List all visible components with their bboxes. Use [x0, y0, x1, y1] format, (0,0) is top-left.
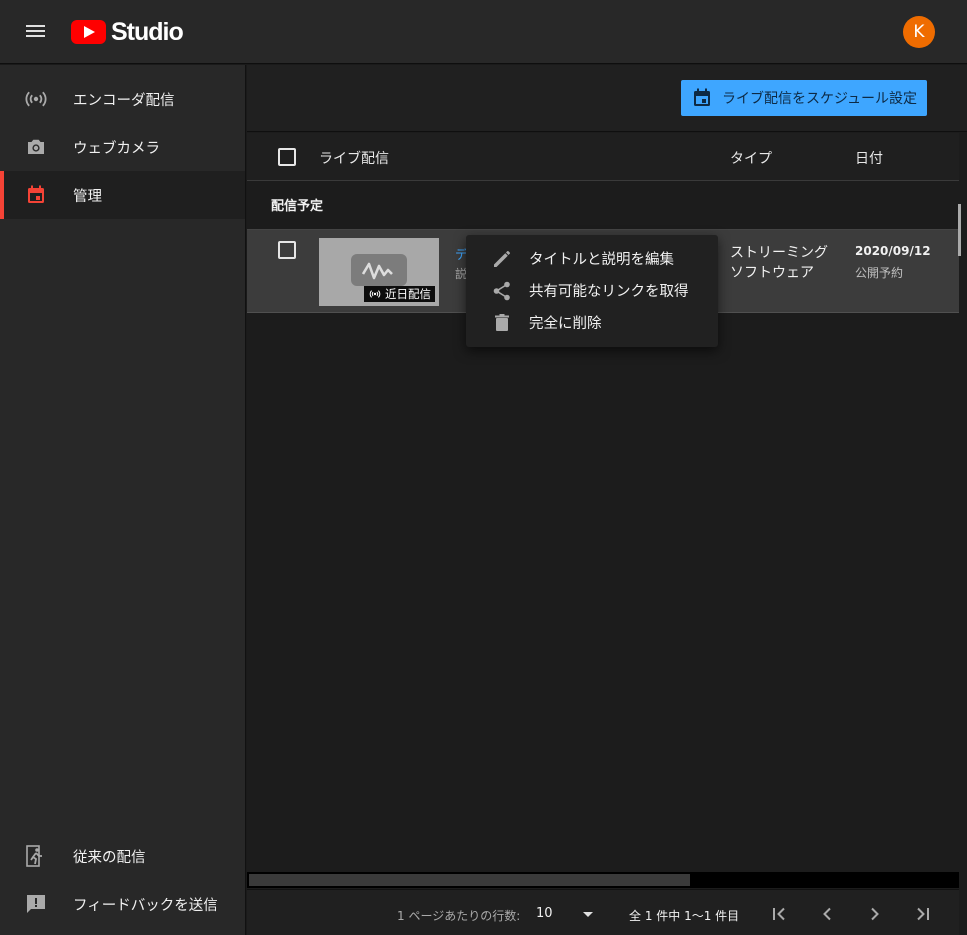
sidebar-item-webcam[interactable]: ウェブカメラ	[0, 123, 245, 171]
column-header-type[interactable]: タイプ	[730, 148, 772, 168]
table-header: ライブ配信 タイプ 日付	[247, 133, 959, 181]
upcoming-badge-label: 近日配信	[385, 287, 431, 301]
rows-per-page-label: 1 ページあたりの行数:	[397, 909, 521, 923]
sidebar-item-label: フィードバックを送信	[73, 897, 218, 914]
last-page-icon[interactable]	[911, 902, 935, 926]
upcoming-badge: 近日配信	[364, 286, 435, 302]
live-placeholder-icon	[351, 254, 407, 286]
pagination-footer: 1 ページあたりの行数: 10 全 1 件中 1〜1 件目	[247, 889, 959, 935]
trash-icon	[495, 314, 509, 331]
menu-item-share-link[interactable]: 共有可能なリンクを取得	[466, 274, 718, 306]
youtube-play-icon	[71, 20, 106, 44]
calendar-icon	[28, 185, 44, 203]
select-all-checkbox[interactable]	[278, 148, 296, 166]
row-checkbox[interactable]	[278, 241, 296, 259]
schedule-live-label: ライブ配信をスケジュール設定	[722, 91, 918, 107]
sidebar: エンコーダ配信 ウェブカメラ 管理 従来の配信 フィードバックを送信	[0, 65, 246, 935]
sidebar-item-label: エンコーダ配信	[73, 92, 175, 109]
menu-item-label: 共有可能なリンクを取得	[529, 283, 689, 300]
sidebar-item-label: ウェブカメラ	[73, 140, 160, 157]
sidebar-item-classic-live[interactable]: 従来の配信	[0, 832, 245, 880]
vertical-scrollbar[interactable]	[958, 204, 961, 256]
date-cell: 2020/09/12	[855, 244, 931, 258]
exit-icon	[26, 845, 42, 867]
toolbar: ライブ配信をスケジュール設定	[247, 65, 967, 132]
schedule-live-button[interactable]: ライブ配信をスケジュール設定	[681, 80, 927, 116]
type-line-2: ソフトウェア	[730, 265, 814, 281]
rows-per-page-select[interactable]: 10	[536, 906, 553, 921]
sidebar-item-feedback[interactable]: フィードバックを送信	[0, 880, 245, 928]
logo-text: Studio	[111, 17, 184, 46]
status-cell: 公開予約	[855, 266, 904, 280]
row-context-menu: タイトルと説明を編集 共有可能なリンクを取得 完全に削除	[466, 235, 718, 347]
horizontal-scrollbar[interactable]	[249, 874, 690, 886]
menu-item-delete[interactable]: 完全に削除	[466, 306, 718, 338]
pencil-icon	[494, 251, 510, 267]
live-broadcast-icon	[25, 91, 47, 107]
feedback-icon	[27, 895, 45, 913]
section-title-upcoming: 配信予定	[271, 199, 324, 214]
sidebar-item-manage[interactable]: 管理	[0, 171, 245, 219]
next-page-icon[interactable]	[863, 902, 887, 926]
main-content: ライブ配信をスケジュール設定 ライブ配信 タイプ 日付 配信予定 近日配信 デ …	[247, 65, 967, 935]
calendar-icon	[694, 88, 710, 106]
sidebar-item-label: 従来の配信	[73, 849, 146, 866]
hamburger-menu-icon[interactable]	[24, 22, 48, 42]
sidebar-item-encoder[interactable]: エンコーダ配信	[0, 75, 245, 123]
avatar[interactable]: K	[903, 16, 935, 48]
column-header-date[interactable]: 日付	[855, 148, 883, 168]
video-thumbnail[interactable]: 近日配信	[319, 238, 439, 306]
chevron-down-icon[interactable]	[583, 912, 593, 917]
first-page-icon[interactable]	[767, 902, 791, 926]
pagination-range: 全 1 件中 1〜1 件目	[629, 909, 740, 923]
column-header-title[interactable]: ライブ配信	[319, 148, 389, 168]
type-cell: ストリーミング ソフトウェア	[730, 243, 828, 283]
camera-icon	[28, 139, 44, 154]
menu-item-edit[interactable]: タイトルと説明を編集	[466, 242, 718, 274]
sidebar-item-label: 管理	[73, 188, 102, 205]
top-app-bar: Studio K	[0, 0, 967, 64]
share-icon	[493, 281, 510, 301]
menu-item-label: タイトルと説明を編集	[529, 251, 674, 268]
live-broadcast-icon	[369, 290, 381, 298]
previous-page-icon[interactable]	[815, 902, 839, 926]
menu-item-label: 完全に削除	[529, 315, 602, 332]
type-line-1: ストリーミング	[730, 245, 828, 261]
youtube-studio-logo[interactable]: Studio	[71, 17, 184, 46]
